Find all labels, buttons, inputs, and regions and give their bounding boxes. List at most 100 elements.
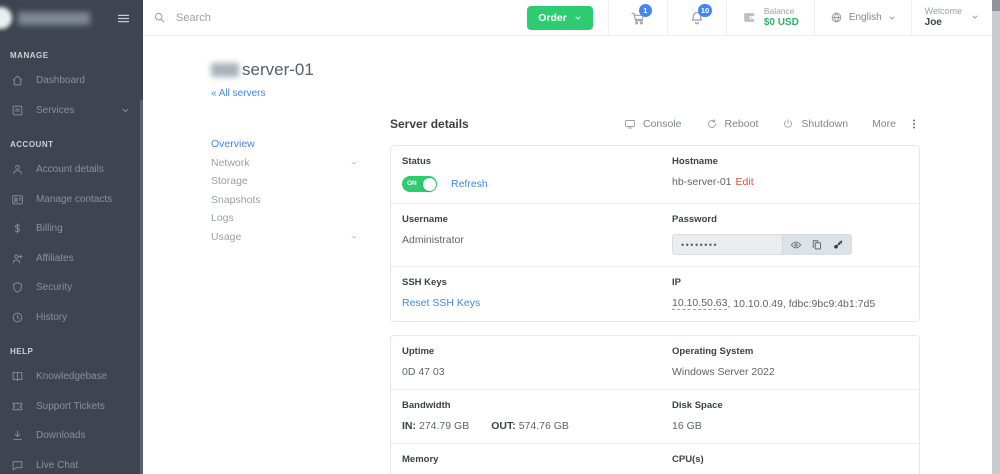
language-selector[interactable]: English xyxy=(815,11,911,24)
chevron-down-icon xyxy=(971,13,979,21)
sidebar: MANAGE Dashboard Services ACCOUNT Accoun… xyxy=(0,0,143,474)
card-row: Status ON Refresh Hostn xyxy=(391,146,919,203)
disk-cell: Disk Space 16 GB xyxy=(661,400,734,432)
cpu-label: CPU(s) xyxy=(672,454,709,465)
card-row: Uptime 0D 47 03 Operating System Windows… xyxy=(391,336,919,389)
sidebar-scrollbar[interactable] xyxy=(140,100,143,474)
status-toggle[interactable]: ON xyxy=(402,176,437,192)
ssh-cell: SSH Keys Reset SSH Keys xyxy=(391,277,661,310)
sidebar-item-label: Billing xyxy=(36,223,63,234)
sidebar-item-history[interactable]: History xyxy=(0,303,143,333)
subnav-item-logs[interactable]: Logs xyxy=(211,209,390,228)
contacts-icon xyxy=(11,193,24,206)
memory-cell: Memory 2 GB xyxy=(391,454,661,474)
cart-button[interactable]: 1 xyxy=(609,0,667,35)
subnav-item-overview[interactable]: Overview xyxy=(211,135,390,154)
reset-ssh-keys-link[interactable]: Reset SSH Keys xyxy=(402,297,480,309)
globe-icon xyxy=(830,11,843,24)
server-details-title: Server details xyxy=(390,117,469,131)
subnav-item-snapshots[interactable]: Snapshots xyxy=(211,191,390,210)
password-label: Password xyxy=(672,214,852,225)
chevron-down-icon xyxy=(888,14,896,22)
reboot-button[interactable]: Reboot xyxy=(694,118,771,130)
balance-widget[interactable]: Balance $0 USD xyxy=(727,7,814,28)
cpu-cell: CPU(s) 1 Cores xyxy=(661,454,720,474)
sidebar-item-billing[interactable]: Billing xyxy=(0,214,143,244)
username-label: Username xyxy=(402,214,650,225)
status-cell: Status ON Refresh xyxy=(391,156,661,192)
console-label: Console xyxy=(643,118,682,130)
sidebar-item-dashboard[interactable]: Dashboard xyxy=(0,66,143,96)
subnav-label: Storage xyxy=(211,175,248,187)
order-button[interactable]: Order xyxy=(527,6,593,30)
card-row: Bandwidth IN: 274.79 GB OUT: 574.76 GB xyxy=(391,389,919,443)
shutdown-button[interactable]: Shutdown xyxy=(770,118,860,130)
refresh-link[interactable]: Refresh xyxy=(451,178,488,190)
hostname-cell: Hostname hb-server-01 Edit xyxy=(661,156,765,192)
user-text: Welcome Joe xyxy=(925,6,962,29)
wallet-icon xyxy=(742,10,757,25)
all-servers-link[interactable]: « All servers xyxy=(211,88,265,99)
subnav-item-storage[interactable]: Storage xyxy=(211,172,390,191)
ip-secondary-values: , 10.10.0.49, fdbc:9bc9:4b1:7d5 xyxy=(727,298,875,310)
password-strip: •••••••• xyxy=(672,234,852,255)
sidebar-item-affiliates[interactable]: Affiliates xyxy=(0,244,143,274)
user-name: Joe xyxy=(925,17,942,29)
search-input[interactable] xyxy=(176,12,396,24)
bandwidth-out-key: OUT: xyxy=(491,420,516,432)
services-icon xyxy=(11,104,24,117)
notifications-badge: 10 xyxy=(698,4,712,17)
topbar-controls: Order 1 10 Balance $ xyxy=(527,0,992,35)
memory-label: Memory xyxy=(402,454,650,465)
subnav-label: Logs xyxy=(211,212,234,224)
chevron-down-icon xyxy=(350,159,358,167)
chevron-down-icon xyxy=(574,14,582,22)
page-scrollbar[interactable] xyxy=(992,0,1000,474)
shutdown-label: Shutdown xyxy=(801,118,848,130)
sidebar-item-downloads[interactable]: Downloads xyxy=(0,421,143,451)
sidebar-section-help: HELP xyxy=(0,347,143,356)
card-row: Username Administrator Password •••••••• xyxy=(391,203,919,266)
disk-space-value: 16 GB xyxy=(672,420,702,432)
username-cell: Username Administrator xyxy=(391,214,661,255)
ip-primary-value[interactable]: 10.10.50.63 xyxy=(672,297,727,310)
sidebar-item-label: Knowledgebase xyxy=(36,371,107,382)
affiliates-icon xyxy=(11,252,24,265)
os-value: Windows Server 2022 xyxy=(672,366,775,378)
toggle-on-label: ON xyxy=(407,180,417,187)
redacted-prefix xyxy=(211,63,239,77)
subnav-label: Usage xyxy=(211,231,241,243)
sidebar-item-security[interactable]: Security xyxy=(0,273,143,303)
key-icon[interactable] xyxy=(832,239,844,251)
sidebar-item-support-tickets[interactable]: Support Tickets xyxy=(0,392,143,422)
ip-cell: IP 10.10.50.63 , 10.10.0.49, fdbc:9bc9:4… xyxy=(661,277,886,310)
sidebar-item-live-chat[interactable]: Live Chat xyxy=(0,451,143,474)
more-label: More xyxy=(872,118,896,130)
sidebar-item-knowledgebase[interactable]: Knowledgebase xyxy=(0,362,143,392)
eye-icon[interactable] xyxy=(790,239,802,251)
language-label: English xyxy=(849,12,882,23)
hamburger-icon[interactable] xyxy=(116,11,131,26)
console-button[interactable]: Console xyxy=(612,118,694,130)
sidebar-item-account-details[interactable]: Account details xyxy=(0,155,143,185)
server-info-card: Status ON Refresh Hostn xyxy=(390,145,920,322)
sidebar-item-manage-contacts[interactable]: Manage contacts xyxy=(0,185,143,215)
topbar: Order 1 10 Balance $ xyxy=(143,0,1000,36)
sidebar-item-label: Security xyxy=(36,282,72,293)
page-title-row: server-01 xyxy=(211,60,1000,80)
hostname-edit-link[interactable]: Edit xyxy=(736,176,754,188)
search-box[interactable] xyxy=(153,11,527,24)
brand-logo-mark xyxy=(0,7,12,29)
scrollbar-thumb[interactable] xyxy=(992,0,1000,11)
subnav-item-network[interactable]: Network xyxy=(211,154,390,173)
user-menu[interactable]: Welcome Joe xyxy=(912,6,992,29)
password-field[interactable]: •••••••• xyxy=(673,235,782,254)
more-button[interactable]: More xyxy=(860,118,908,130)
kebab-icon[interactable] xyxy=(908,117,920,131)
notifications-button[interactable]: 10 xyxy=(668,0,726,35)
ip-label: IP xyxy=(672,277,875,288)
sidebar-item-services[interactable]: Services xyxy=(0,96,143,126)
subnav-item-usage[interactable]: Usage xyxy=(211,228,390,247)
password-cell: Password •••••••• xyxy=(661,214,863,255)
copy-icon[interactable] xyxy=(811,239,823,251)
